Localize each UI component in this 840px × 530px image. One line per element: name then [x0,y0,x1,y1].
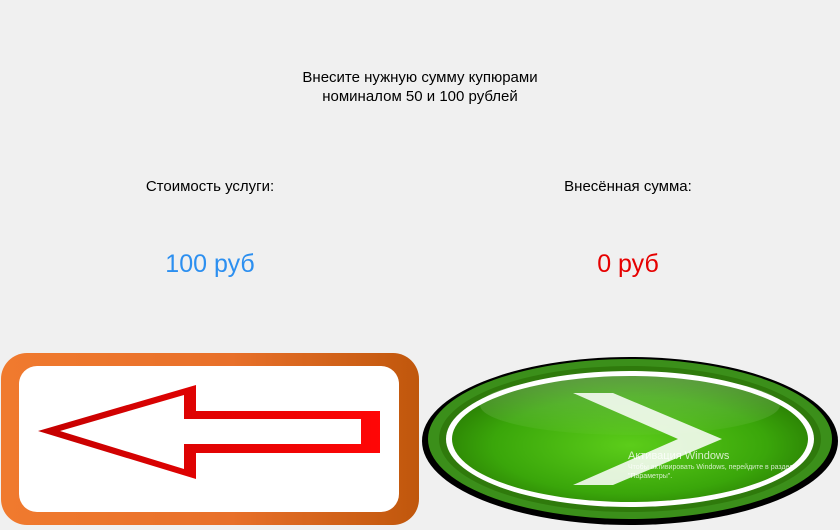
paid-amount-value: 0 руб [597,250,659,278]
left-arrow-icon [1,353,419,525]
instruction-line-2: номиналом 50 и 100 рублей [322,88,518,105]
instruction-text: Внесите нужную сумму купюрами номиналом … [0,68,840,106]
back-button[interactable] [0,353,420,525]
next-button[interactable] [420,353,840,525]
chevron-right-icon [422,357,838,525]
instruction-line-1: Внесите нужную сумму купюрами [302,69,538,86]
paid-amount-label: Внесённая сумма: [564,178,692,195]
service-cost-label: Стоимость услуги: [145,178,275,195]
service-cost-value: 100 руб [165,250,255,278]
